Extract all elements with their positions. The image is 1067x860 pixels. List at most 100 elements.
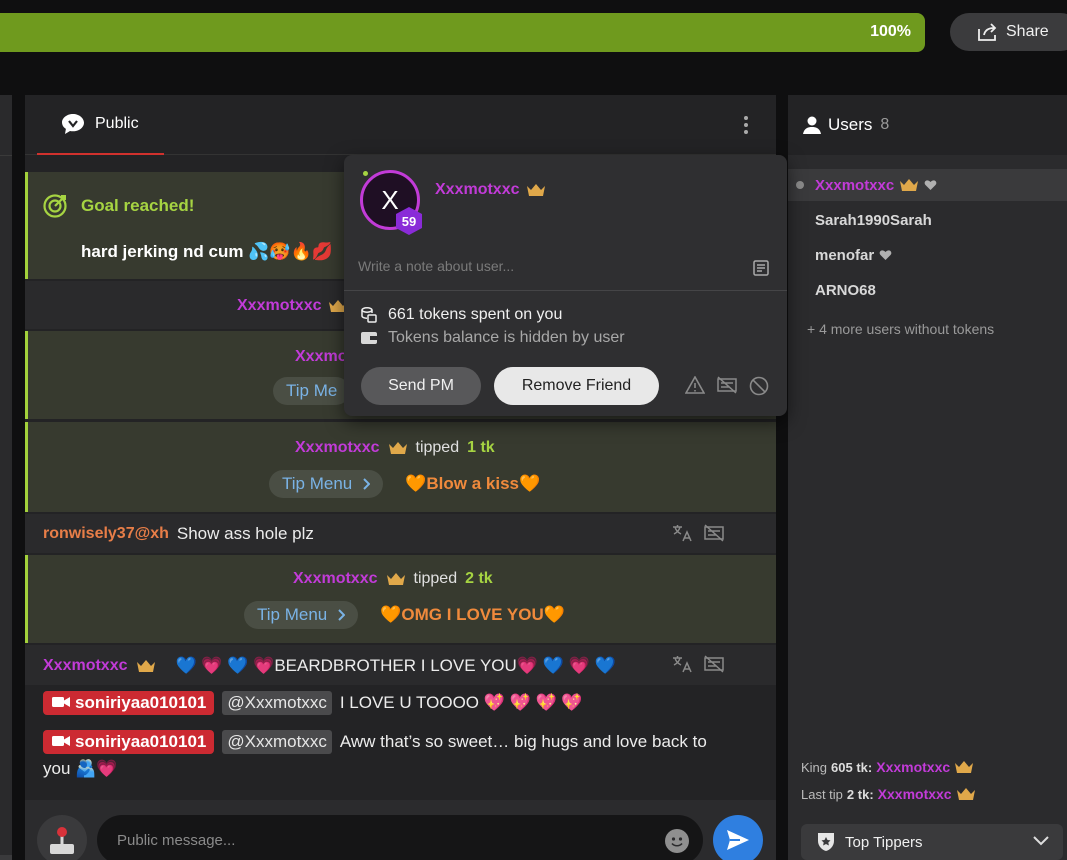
tip-reward: 🧡Blow a kiss🧡 xyxy=(405,474,541,493)
chevron-right-icon xyxy=(338,609,346,621)
chat-message: soniriyaa010101 @Xxxmotxxc I LOVE U TOOO… xyxy=(25,686,776,724)
tip-amount: 1 tk xyxy=(467,439,495,456)
tip-menu-button[interactable]: Tip Menu xyxy=(269,470,384,498)
tip-message: Xxxmotxxc tipped 2 tk Tip Menu 🧡OMG I LO… xyxy=(25,555,776,643)
goal-title: Goal reached! xyxy=(81,196,195,215)
report-warning-icon[interactable] xyxy=(685,376,705,394)
mention-tag[interactable]: @Xxxmotxxc xyxy=(222,730,332,754)
user-list-item[interactable]: Sarah1990Sarah xyxy=(788,204,1067,236)
more-options-icon[interactable] xyxy=(738,113,754,137)
mention-tag[interactable]: @Xxxmotxxc xyxy=(222,691,332,715)
last-tip-username[interactable]: Xxxmotxxc xyxy=(878,786,952,802)
chevron-right-icon xyxy=(363,478,371,490)
chat-bubble-icon xyxy=(62,114,84,134)
crown-icon xyxy=(386,573,405,585)
users-header: Users 8 xyxy=(788,95,1067,155)
chat-header: Public xyxy=(25,95,776,155)
message-text: Aww that’s so sweet… big hugs and love b… xyxy=(339,732,707,751)
note-icon[interactable] xyxy=(752,259,770,277)
more-users-text[interactable]: + 4 more users without tokens xyxy=(807,321,994,337)
heart-icon xyxy=(879,250,892,260)
coins-icon xyxy=(361,307,377,323)
share-button[interactable]: Share xyxy=(950,13,1067,51)
message-text: Show ass hole plz xyxy=(176,524,314,543)
user-note-input[interactable] xyxy=(358,253,738,279)
top-bar: 100% Share xyxy=(0,0,1067,62)
emoji-icon[interactable] xyxy=(665,829,689,853)
user-list-item[interactable]: menofar xyxy=(788,239,1067,271)
send-button[interactable] xyxy=(713,815,763,860)
video-camera-icon xyxy=(52,736,70,746)
king-label: King xyxy=(801,759,828,775)
online-indicator xyxy=(363,171,368,176)
video-camera-icon xyxy=(52,697,70,707)
progress-label: 100% xyxy=(870,23,911,40)
user-list-item[interactable]: Xxxmotxxc xyxy=(788,169,1067,201)
tip-menu-button[interactable]: Tip Menu xyxy=(244,601,359,629)
tip-reward: 🧡OMG I LOVE YOU🧡 xyxy=(380,605,565,624)
tip-menu-label: Tip Me xyxy=(286,381,338,400)
balance-row: Tokens balance is hidden by user xyxy=(360,329,625,347)
message-username[interactable]: ronwisely37@xh xyxy=(43,525,169,543)
chat-message: Xxxmotxxc 💙 💗 💙 💗BEARDBROTHER I LOVE YOU… xyxy=(25,645,776,685)
joystick-button[interactable] xyxy=(37,815,87,860)
tab-public-label: Public xyxy=(95,115,139,132)
translate-icon[interactable] xyxy=(672,655,692,673)
tip-menu-button[interactable]: Tip Me xyxy=(273,377,351,405)
message-text: 💙 💗 💙 💗BEARDBROTHER I LOVE YOU💗 💙 💗 💙 xyxy=(175,656,616,675)
tip-message: Xxxmotxxc tipped 1 tk Tip Menu 🧡Blow a k… xyxy=(25,422,776,512)
hide-message-icon[interactable] xyxy=(703,524,725,542)
chevron-down-icon xyxy=(1033,836,1049,846)
message-username[interactable]: Xxxmotxxc xyxy=(237,297,322,315)
block-user-icon[interactable] xyxy=(749,376,769,396)
public-message-input[interactable] xyxy=(97,815,703,860)
tab-public[interactable]: Public xyxy=(37,95,164,155)
tokens-spent: 661 tokens spent on you xyxy=(388,306,563,323)
send-pm-button[interactable]: Send PM xyxy=(361,367,481,405)
crown-icon xyxy=(956,788,975,800)
live-user-chip[interactable]: soniriyaa010101 xyxy=(43,691,215,715)
user-name: Sarah1990Sarah xyxy=(815,211,932,229)
tokens-balance: Tokens balance is hidden by user xyxy=(388,329,625,346)
users-panel: Users 8 Xxxmotxxc Sarah1990Sarah menofar… xyxy=(788,95,1067,860)
king-tipper: King 605 tk: Xxxmotxxc xyxy=(801,759,974,775)
crown-icon xyxy=(955,761,974,773)
tip-menu-label: Tip Menu xyxy=(282,474,353,493)
left-panel-edge xyxy=(0,95,12,860)
user-name: Xxxmotxxc xyxy=(815,176,895,194)
message-username[interactable]: Xxxmotxxc xyxy=(43,657,128,675)
message-username[interactable]: Xxxmotxxc xyxy=(293,570,378,588)
popup-username-row: Xxxmotxxc xyxy=(435,181,546,199)
message-username[interactable]: Xxxmotxxc xyxy=(295,439,380,457)
avatar-letter: X xyxy=(381,184,399,215)
message-username: soniriyaa010101 xyxy=(75,693,207,712)
chat-message: ronwisely37@xh Show ass hole plz xyxy=(25,514,776,553)
translate-icon[interactable] xyxy=(672,524,692,542)
tip-menu-label: Tip Menu xyxy=(257,605,328,624)
popup-username[interactable]: Xxxmotxxc xyxy=(435,181,520,199)
mute-chat-icon[interactable] xyxy=(716,376,738,394)
trophy-badge-icon xyxy=(818,833,834,851)
tokens-spent-row: 661 tokens spent on you xyxy=(360,306,562,324)
user-list-item[interactable]: ARNO68 xyxy=(788,274,1067,306)
users-count: 8 xyxy=(880,116,890,133)
user-name: menofar xyxy=(815,246,875,264)
live-user-chip[interactable]: soniriyaa010101 xyxy=(43,730,215,754)
message-username: soniriyaa010101 xyxy=(75,732,207,751)
send-icon xyxy=(727,830,749,850)
message-username[interactable]: Xxxmo xyxy=(295,348,347,366)
last-tip-label: Last tip xyxy=(801,786,843,802)
crown-icon xyxy=(136,660,155,672)
selected-dot xyxy=(796,181,804,189)
top-tippers-label: Top Tippers xyxy=(845,833,923,851)
top-tippers-dropdown[interactable]: Top Tippers xyxy=(801,824,1063,860)
tipped-text: tipped xyxy=(415,439,460,456)
goal-progress-bar: 100% xyxy=(0,13,925,52)
remove-friend-button[interactable]: Remove Friend xyxy=(494,367,659,405)
king-username[interactable]: Xxxmotxxc xyxy=(876,759,950,775)
chat-message: soniriyaa010101 @Xxxmotxxc Aww that’s so… xyxy=(25,725,776,795)
heart-icon xyxy=(924,180,937,190)
joystick-icon xyxy=(50,827,74,854)
user-name: ARNO68 xyxy=(815,281,876,299)
hide-message-icon[interactable] xyxy=(703,655,725,673)
